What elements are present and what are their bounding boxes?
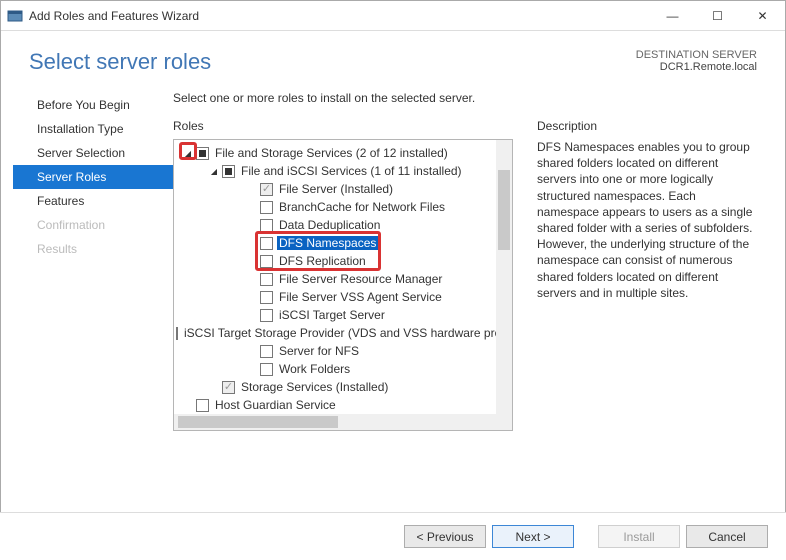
tree-node-label[interactable]: Storage Services (Installed) <box>239 380 390 394</box>
expander-placeholder <box>182 399 194 411</box>
page-title: Select server roles <box>29 49 636 75</box>
tree-node[interactable]: File Server Resource Manager <box>174 270 496 288</box>
expander-placeholder <box>246 309 258 321</box>
tree-node[interactable]: Host Guardian Service <box>174 396 496 414</box>
expander-placeholder <box>246 183 258 195</box>
next-button[interactable]: Next > <box>492 525 574 548</box>
destination-server: DCR1.Remote.local <box>636 61 757 73</box>
destination-label: DESTINATION SERVER <box>636 49 757 61</box>
vertical-scrollbar[interactable] <box>496 140 512 414</box>
expander-placeholder <box>246 291 258 303</box>
tree-node-label[interactable]: File Server VSS Agent Service <box>277 290 444 304</box>
tree-node-label[interactable]: BranchCache for Network Files <box>277 200 447 214</box>
checkbox[interactable] <box>260 237 273 250</box>
tree-node-label[interactable]: Work Folders <box>277 362 352 376</box>
checkbox[interactable] <box>260 183 273 196</box>
sidebar-item-confirmation: Confirmation <box>13 213 173 237</box>
tree-node[interactable]: iSCSI Target Storage Provider (VDS and V… <box>174 324 496 342</box>
tree-node[interactable]: DFS Namespaces <box>174 234 496 252</box>
description-text: DFS Namespaces enables you to group shar… <box>537 139 757 301</box>
checkbox[interactable] <box>196 399 209 412</box>
tree-node[interactable]: BranchCache for Network Files <box>174 198 496 216</box>
tree-node[interactable]: Storage Services (Installed) <box>174 378 496 396</box>
instruction-text: Select one or more roles to install on t… <box>173 91 757 105</box>
description-heading: Description <box>537 119 757 133</box>
expander-placeholder <box>246 201 258 213</box>
checkbox[interactable] <box>260 201 273 214</box>
previous-button[interactable]: < Previous <box>404 525 486 548</box>
sidebar-item-installation-type[interactable]: Installation Type <box>13 117 173 141</box>
maximize-button[interactable]: ☐ <box>695 1 740 31</box>
window-title: Add Roles and Features Wizard <box>29 9 650 23</box>
tree-node[interactable]: DFS Replication <box>174 252 496 270</box>
expander-placeholder <box>246 255 258 267</box>
tree-node[interactable]: File Server VSS Agent Service <box>174 288 496 306</box>
tree-node-label[interactable]: File and Storage Services (2 of 12 insta… <box>213 146 450 160</box>
checkbox[interactable] <box>260 345 273 358</box>
expander-placeholder <box>246 237 258 249</box>
tree-node-label[interactable]: File and iSCSI Services (1 of 11 install… <box>239 164 464 178</box>
destination-server-block: DESTINATION SERVER DCR1.Remote.local <box>636 49 757 73</box>
titlebar: Add Roles and Features Wizard — ☐ ✕ <box>1 1 785 31</box>
checkbox[interactable] <box>196 147 209 160</box>
tree-node-label[interactable]: DFS Namespaces <box>277 236 378 250</box>
tree-node[interactable]: ◢ File and Storage Services (2 of 12 inst… <box>174 144 496 162</box>
tree-node-label[interactable]: Data Deduplication <box>277 218 382 232</box>
checkbox[interactable] <box>222 165 235 178</box>
checkbox[interactable] <box>260 255 273 268</box>
expander-placeholder <box>246 363 258 375</box>
sidebar-item-server-selection[interactable]: Server Selection <box>13 141 173 165</box>
checkbox[interactable] <box>260 219 273 232</box>
close-button[interactable]: ✕ <box>740 1 785 31</box>
tree-node-label[interactable]: File Server (Installed) <box>277 182 395 196</box>
tree-node-label[interactable]: File Server Resource Manager <box>277 272 444 286</box>
checkbox[interactable] <box>260 273 273 286</box>
tree-node-label[interactable]: Server for NFS <box>277 344 361 358</box>
wizard-footer: < Previous Next > Install Cancel <box>0 512 786 560</box>
tree-node[interactable]: Work Folders <box>174 360 496 378</box>
collapse-icon[interactable]: ◢ <box>208 165 220 177</box>
tree-node-label[interactable]: Host Guardian Service <box>213 398 338 412</box>
tree-node-label[interactable]: iSCSI Target Storage Provider (VDS and V… <box>182 326 496 340</box>
tree-node[interactable]: ◢ File and iSCSI Services (1 of 11 instal… <box>174 162 496 180</box>
install-button: Install <box>598 525 680 548</box>
roles-tree: ◢ File and Storage Services (2 of 12 inst… <box>173 139 513 431</box>
expander-placeholder <box>208 381 220 393</box>
tree-node-label[interactable]: DFS Replication <box>277 254 368 268</box>
checkbox[interactable] <box>176 327 178 340</box>
tree-node-label[interactable]: iSCSI Target Server <box>277 308 387 322</box>
checkbox[interactable] <box>222 381 235 394</box>
checkbox[interactable] <box>260 363 273 376</box>
roles-heading: Roles <box>173 119 513 133</box>
expander-placeholder <box>246 345 258 357</box>
wizard-icon <box>7 8 23 24</box>
tree-node[interactable]: iSCSI Target Server <box>174 306 496 324</box>
cancel-button[interactable]: Cancel <box>686 525 768 548</box>
expander-placeholder <box>246 273 258 285</box>
tree-node[interactable]: Data Deduplication <box>174 216 496 234</box>
checkbox[interactable] <box>260 309 273 322</box>
sidebar-item-results: Results <box>13 237 173 261</box>
sidebar-item-features[interactable]: Features <box>13 189 173 213</box>
checkbox[interactable] <box>260 291 273 304</box>
sidebar-item-before-you-begin[interactable]: Before You Begin <box>13 93 173 117</box>
minimize-button[interactable]: — <box>650 1 695 31</box>
sidebar-item-server-roles[interactable]: Server Roles <box>13 165 173 189</box>
collapse-icon[interactable]: ◢ <box>182 147 194 159</box>
wizard-steps-sidebar: Before You BeginInstallation TypeServer … <box>1 83 173 431</box>
horizontal-scrollbar[interactable] <box>174 414 496 430</box>
expander-placeholder <box>246 219 258 231</box>
tree-node[interactable]: Server for NFS <box>174 342 496 360</box>
tree-node[interactable]: File Server (Installed) <box>174 180 496 198</box>
